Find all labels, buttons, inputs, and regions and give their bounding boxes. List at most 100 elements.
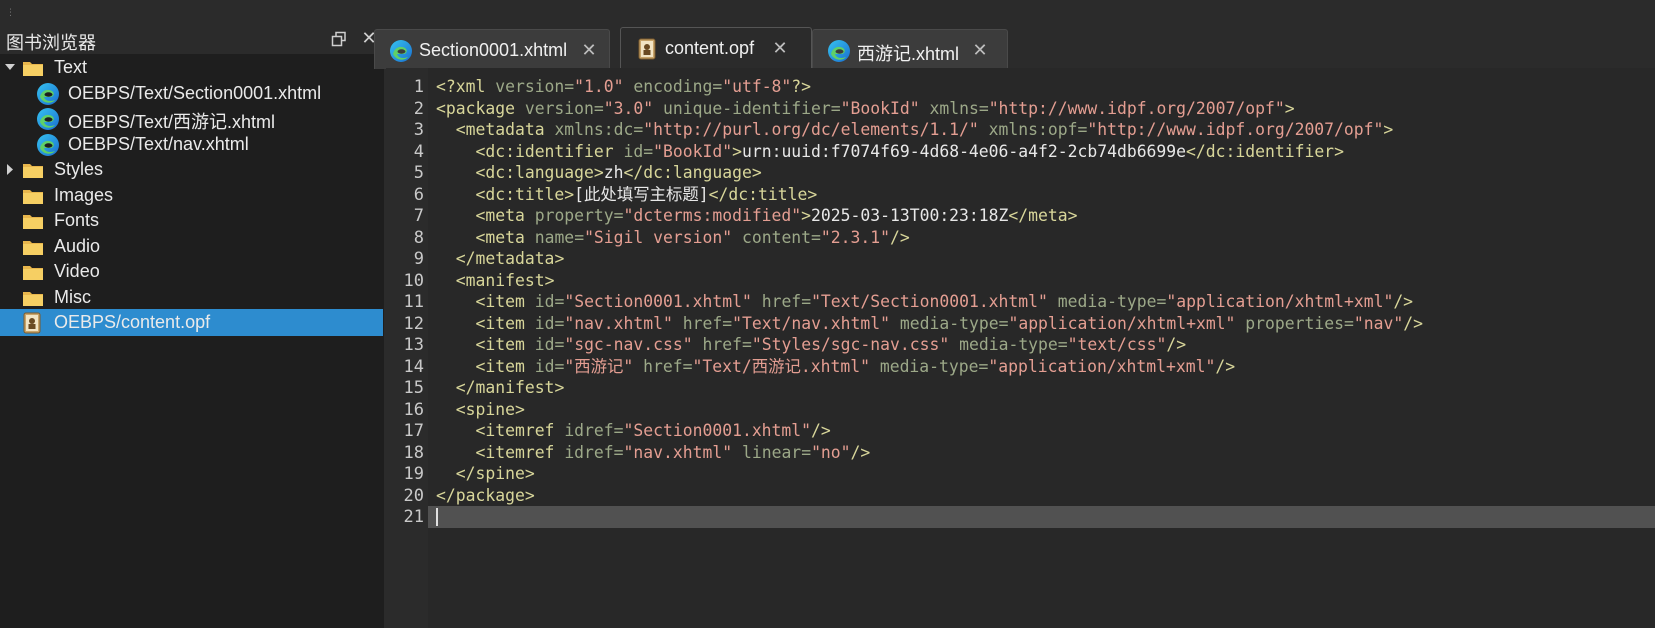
tab-close-icon[interactable]: ✕	[771, 38, 789, 58]
line-number: 2	[413, 98, 424, 119]
tree-item-label: Misc	[54, 286, 91, 307]
line-number: 7	[413, 206, 424, 226]
tab-bar: Section0001.xhtml ✕ content.opf ✕ 西游记.xh…	[374, 24, 1655, 69]
tree-item-section0001[interactable]: OEBPS/Text/Section0001.xhtml	[0, 80, 384, 107]
folder-icon	[23, 164, 43, 178]
current-line-highlight	[428, 506, 1655, 528]
line-number-gutter: 1 2 3 4 5 6 7 8 9 10 11 12 13 14 15 16 17 18 19 20 21	[386, 68, 428, 628]
code-line: <dc:title>[此处填写主标题]</dc:title>	[475, 184, 818, 204]
code-line: <itemref idref="Section0001.xhtml"/>	[475, 421, 831, 440]
edge-icon	[828, 40, 850, 62]
tree-item-label: Images	[54, 184, 114, 205]
tree-item-misc-folder[interactable]: Misc	[0, 284, 384, 311]
tree-item-images-folder[interactable]: Images	[0, 182, 384, 209]
code-line: <meta property="dcterms:modified">2025-0…	[475, 206, 1078, 225]
code-line: <itemref idref="nav.xhtml" linear="no"/>	[475, 442, 871, 462]
panel-title: 图书浏览器	[6, 33, 96, 53]
line-number: 18	[403, 442, 424, 463]
folder-icon	[23, 266, 43, 280]
code-line: <spine>	[455, 399, 525, 419]
tree-item-audio-folder[interactable]: Audio	[0, 233, 384, 260]
tree-item-label: OEBPS/Text/Section0001.xhtml	[68, 82, 322, 103]
tree-item-video-folder[interactable]: Video	[0, 258, 384, 285]
line-number: 19	[403, 464, 424, 484]
book-tree: Text OEBPS/Text/Section0001.xhtml OEBPS/…	[0, 54, 384, 628]
code-line: <manifest>	[455, 270, 555, 290]
tree-item-xiyouji[interactable]: OEBPS/Text/西游记.xhtml	[0, 105, 384, 132]
line-number: 12	[403, 313, 424, 334]
line-number: 10	[403, 270, 424, 291]
opf-icon	[638, 38, 656, 60]
edge-icon	[37, 133, 59, 156]
toolbar-grip-icon[interactable]: ⋮	[6, 8, 15, 22]
edge-icon	[37, 108, 59, 130]
opf-icon	[23, 312, 41, 334]
folder-icon	[23, 62, 43, 76]
code-editor: 1 2 3 4 5 6 7 8 9 10 11 12 13 14 15 16 17 18 19 20 21 <?xml …	[386, 68, 1655, 628]
tree-item-content-opf[interactable]: OEBPS/content.opf	[0, 309, 383, 336]
book-browser-panel: 图书浏览器 ✕ Text OEBPS/Text/Section0001.xhtm…	[0, 24, 384, 628]
expand-arrow-icon[interactable]	[4, 54, 16, 81]
line-number: 21	[403, 507, 424, 527]
code-line: </package>	[436, 485, 535, 505]
code-line: <?xml version="1.0" encoding="utf-8"?>	[436, 77, 812, 96]
tree-item-label: Audio	[54, 235, 101, 256]
code-line: </metadata>	[455, 249, 565, 268]
tab-label: content.opf	[665, 38, 755, 58]
float-panel-icon[interactable]	[331, 31, 347, 47]
line-number: 5	[413, 163, 424, 183]
line-number: 3	[413, 120, 424, 140]
tree-item-label: Video	[54, 261, 100, 281]
top-toolbar: ⋮	[0, 0, 1655, 24]
folder-icon	[23, 215, 43, 229]
tree-item-label: Text	[54, 57, 88, 77]
code-line: <item id="nav.xhtml" href="Text/nav.xhtm…	[475, 313, 1423, 333]
tree-item-styles-folder[interactable]: Styles	[0, 156, 384, 183]
line-number: 1	[413, 77, 424, 97]
collapse-arrow-icon[interactable]	[4, 156, 16, 183]
tab-content-opf[interactable]: content.opf ✕	[620, 27, 812, 69]
line-number: 17	[403, 421, 424, 441]
folder-icon	[23, 291, 43, 306]
tab-close-icon[interactable]: ✕	[580, 40, 598, 60]
line-number: 4	[413, 141, 424, 162]
tree-item-fonts-folder[interactable]: Fonts	[0, 207, 384, 234]
folder-icon	[23, 240, 43, 255]
tree-item-label: Styles	[54, 159, 104, 179]
line-number: 11	[403, 292, 424, 312]
code-line: <dc:identifier id="BookId">urn:uuid:f707…	[475, 141, 1344, 161]
tab-label: Section0001.xhtml	[419, 40, 568, 60]
code-area[interactable]: <?xml version="1.0" encoding="utf-8"?> <p…	[428, 68, 1655, 628]
panel-header: 图书浏览器 ✕	[0, 24, 384, 54]
line-number: 8	[413, 227, 424, 248]
tree-item-label: OEBPS/Text/nav.xhtml	[68, 133, 249, 154]
tree-item-label: OEBPS/content.opf	[54, 312, 211, 332]
line-number: 14	[403, 356, 424, 377]
code-line: <item id="西游记" href="Text/西游记.xhtml" med…	[475, 356, 1236, 376]
text-caret	[436, 508, 438, 526]
tab-xiyouji[interactable]: 西游记.xhtml ✕	[812, 29, 1008, 69]
tab-close-icon[interactable]: ✕	[971, 40, 989, 60]
code-line: </spine>	[455, 464, 535, 483]
code-line: <meta name="Sigil version" content="2.3.…	[475, 227, 910, 247]
tab-section0001[interactable]: Section0001.xhtml ✕	[374, 29, 610, 69]
line-number: 13	[403, 335, 424, 355]
edge-icon	[390, 40, 412, 62]
line-number: 15	[403, 378, 424, 398]
code-line: </manifest>	[455, 378, 565, 397]
code-line: <metadata xmlns:dc="http://purl.org/dc/e…	[455, 120, 1394, 139]
tab-label: 西游记.xhtml	[857, 44, 960, 64]
code-line: <item id="sgc-nav.css" href="Styles/sgc-…	[475, 335, 1187, 354]
tree-item-text-folder[interactable]: Text	[0, 54, 384, 81]
code-line: <item id="Section0001.xhtml" href="Text/…	[475, 292, 1414, 311]
tree-item-nav[interactable]: OEBPS/Text/nav.xhtml	[0, 131, 384, 158]
line-number: 6	[413, 184, 424, 205]
folder-icon	[23, 189, 43, 204]
line-number: 9	[413, 249, 424, 269]
line-number: 20	[403, 485, 424, 506]
edge-icon	[37, 82, 59, 105]
line-number: 16	[403, 399, 424, 420]
code-line: <package version="3.0" unique-identifier…	[436, 98, 1295, 118]
code-line: <dc:language>zh</dc:language>	[475, 163, 762, 182]
tree-item-label: Fonts	[54, 210, 100, 230]
